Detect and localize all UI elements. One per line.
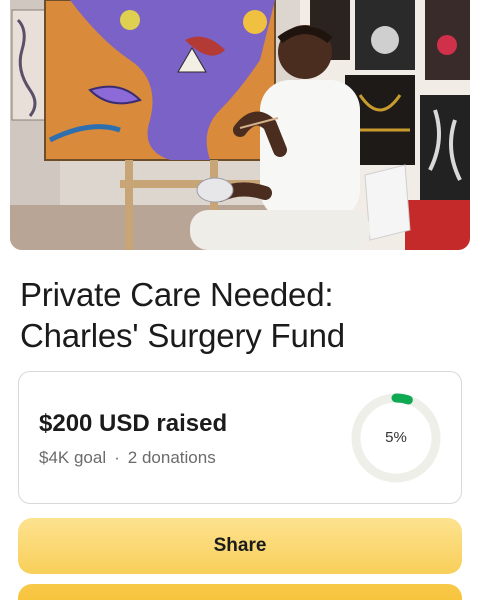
campaign-title: Private Care Needed: Charles' Surgery Fu… (20, 274, 460, 356)
goal-amount: $4K goal (39, 448, 107, 467)
meta-separator: · (114, 448, 120, 467)
campaign-title-line-2: Charles' Surgery Fund (20, 317, 345, 354)
share-button[interactable]: Share (18, 518, 462, 574)
campaign-photo (10, 0, 470, 250)
progress-card: $200 USD raised $4K goal · 2 donations 5% (18, 371, 462, 504)
progress-ring: 5% (348, 390, 444, 486)
campaign-title-line-1: Private Care Needed: (20, 276, 334, 313)
amount-raised: $200 USD raised (39, 410, 228, 437)
donate-button[interactable] (18, 584, 462, 600)
campaign-photo-illustration (10, 0, 470, 250)
goal-and-donations: $4K goal · 2 donations (39, 448, 216, 468)
fundraiser-page: Private Care Needed: Charles' Surgery Fu… (0, 0, 480, 600)
donation-count: 2 donations (127, 448, 216, 467)
progress-percent: 5% (385, 429, 407, 446)
